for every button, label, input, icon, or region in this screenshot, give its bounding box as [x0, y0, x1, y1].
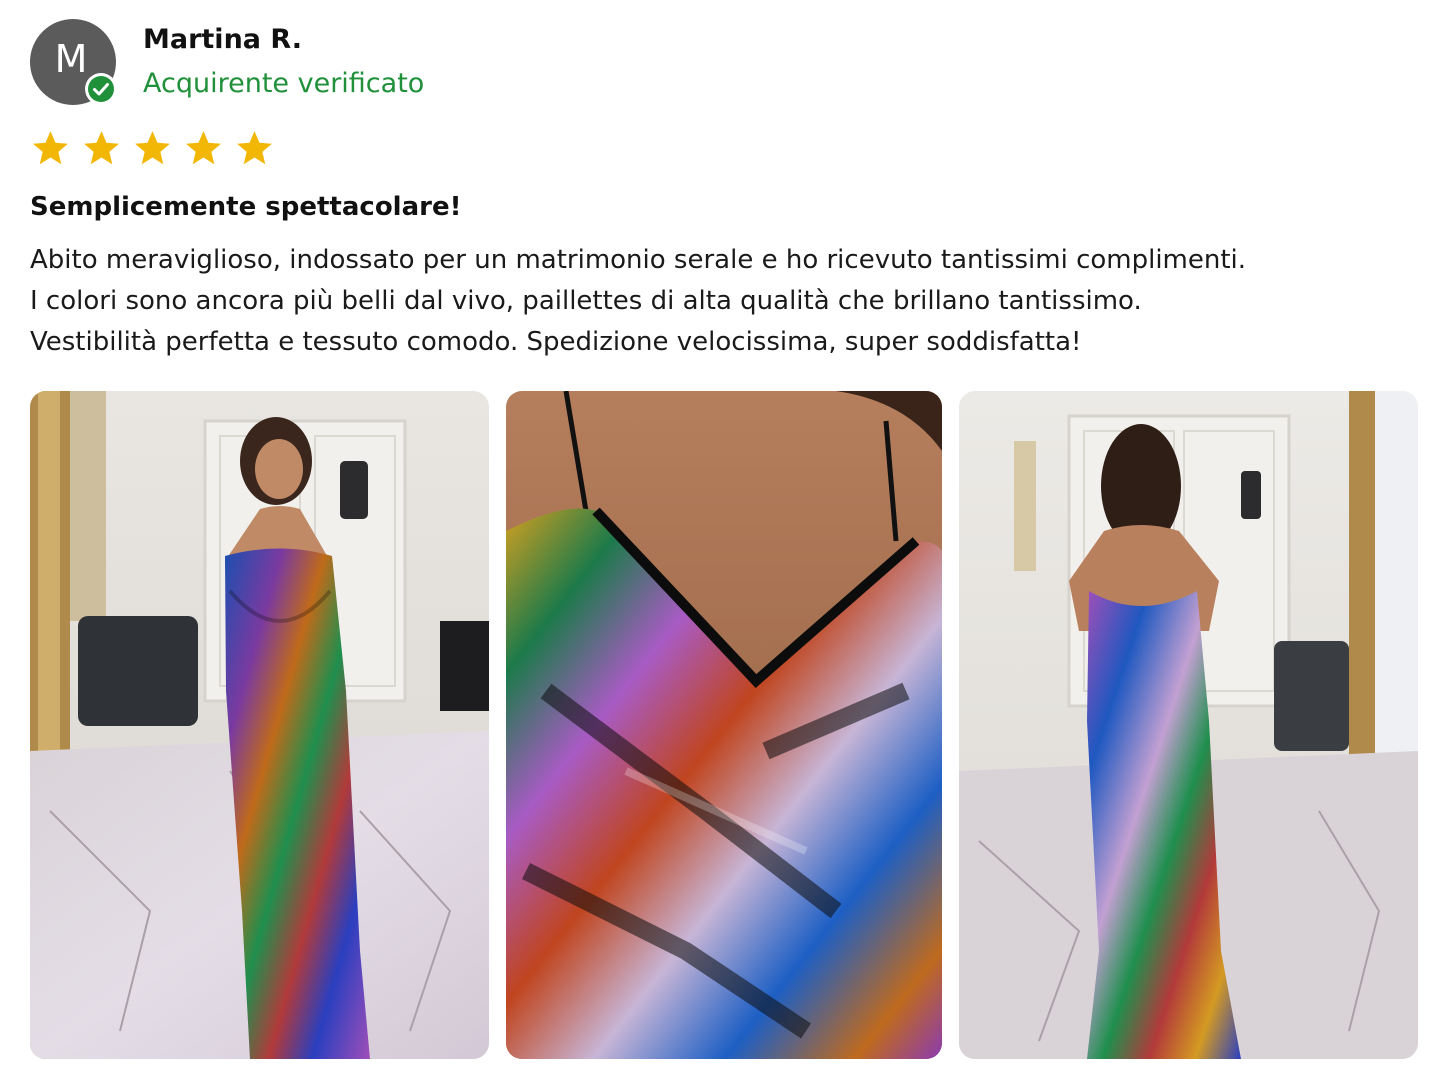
star-icon — [135, 131, 170, 165]
review-title: Semplicemente spettacolare! — [30, 192, 462, 222]
verified-buyer-label: Acquirente verificato — [143, 68, 425, 99]
review-photo-back[interactable] — [959, 391, 1418, 1059]
review-photo-front[interactable] — [30, 391, 489, 1059]
star-rating — [30, 128, 275, 172]
check-circle-icon — [85, 73, 117, 105]
review-photos — [30, 391, 1418, 1059]
review-text: Abito meraviglioso, indossato per un mat… — [30, 240, 1420, 363]
photo-mirror-selfie-front-icon — [30, 391, 489, 1059]
review-text-line: Vestibilità perfetta e tessuto comodo. S… — [30, 327, 1082, 357]
review-photo-closeup[interactable] — [506, 391, 942, 1059]
review-text-line: Abito meraviglioso, indossato per un mat… — [30, 245, 1247, 275]
star-icon — [237, 131, 272, 165]
review-card: M Martina R. Acquirente verificato Sempl… — [0, 0, 1445, 1084]
reviewer-name: Martina R. — [143, 24, 302, 55]
photo-dress-neckline-closeup-icon — [506, 391, 942, 1059]
star-icon — [84, 131, 119, 165]
photo-mirror-selfie-back-icon — [959, 391, 1418, 1059]
star-icon — [33, 131, 68, 165]
avatar-initial: M — [54, 37, 88, 81]
review-text-line: I colori sono ancora più belli dal vivo,… — [30, 286, 1142, 316]
star-icon — [186, 131, 221, 165]
